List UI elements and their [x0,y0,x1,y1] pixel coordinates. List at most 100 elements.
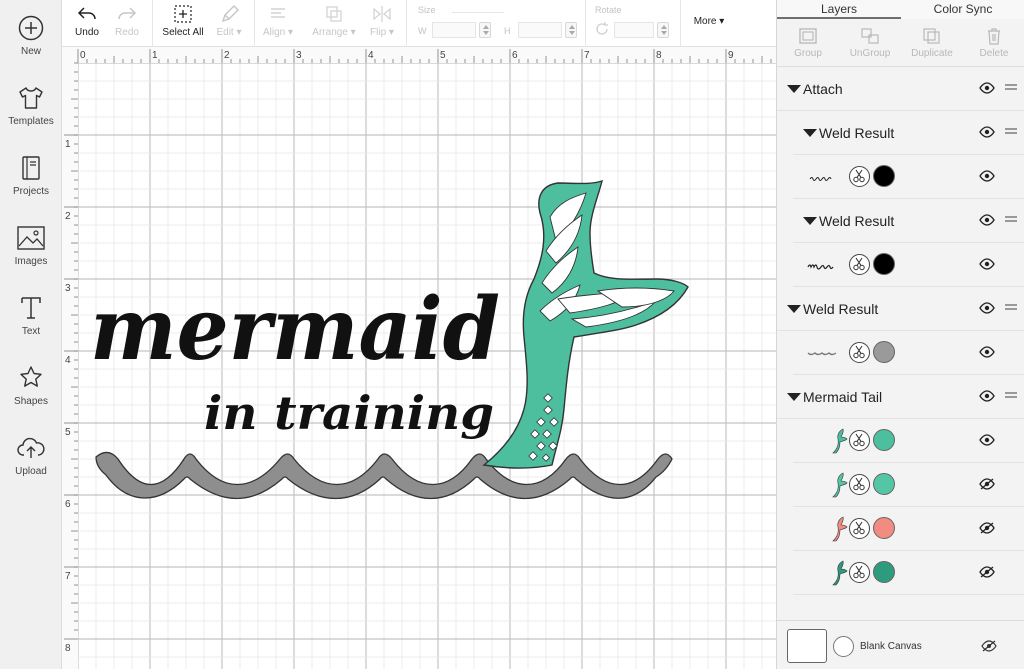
layer-group[interactable]: Mermaid Tail [777,375,1024,419]
drag-handle-icon[interactable] [1005,84,1017,90]
tab-color-sync[interactable]: Color Sync [901,0,1024,19]
sidebar-item-projects[interactable]: Projects [0,154,62,216]
layer-item[interactable] [793,331,1024,375]
eye-icon[interactable] [979,214,995,229]
redo-button[interactable]: Redo [108,0,146,47]
layer-thumbnail[interactable] [807,349,837,361]
layer-item[interactable] [793,463,1024,507]
align-button[interactable]: Align ▾ [260,0,296,47]
eye-hidden-icon[interactable] [981,640,997,652]
layer-name: Weld Result [803,301,879,317]
select-all-button[interactable]: Select All [160,0,206,47]
redo-icon [118,7,137,20]
mermaid-tail-shape[interactable] [482,179,689,469]
eye-hidden-icon[interactable] [979,566,995,581]
sidebar-item-images[interactable]: Images [0,224,62,286]
cut-operation-icon[interactable] [849,474,870,495]
cut-operation-icon[interactable] [849,166,870,187]
more-button[interactable]: More ▾ [686,16,732,32]
expand-triangle-icon[interactable] [787,393,801,401]
eye-icon[interactable] [979,434,995,449]
layer-color-swatch[interactable] [873,561,895,583]
edit-button[interactable]: Edit ▾ [212,0,246,47]
layer-color-swatch[interactable] [873,429,895,451]
drag-handle-icon[interactable] [1005,128,1017,134]
eye-icon[interactable] [979,126,995,141]
rotate-stepper[interactable] [657,22,669,38]
design-canvas[interactable]: 0123456789 12345678 mermaid in training [62,47,776,669]
group-button[interactable]: Group [777,19,839,67]
ruler-label: 5 [65,427,71,438]
delete-button[interactable]: Delete [963,19,1024,67]
layer-thumbnail[interactable] [827,514,849,547]
layer-item[interactable] [793,155,1024,199]
cut-operation-icon[interactable] [849,518,870,539]
shapes-icon [20,366,42,387]
blank-canvas-color-swatch[interactable] [833,636,854,657]
eye-icon[interactable] [979,82,995,97]
expand-triangle-icon[interactable] [803,217,817,225]
eye-icon[interactable] [979,258,995,273]
layer-thumbnail[interactable] [807,173,837,185]
layer-thumbnail[interactable] [827,558,849,591]
duplicate-button[interactable]: Duplicate [901,19,963,67]
sidebar-item-templates[interactable]: Templates [0,84,62,146]
sidebar-item-text[interactable]: Text [0,294,62,356]
sidebar-item-new[interactable]: New [0,14,62,76]
layer-item[interactable] [793,551,1024,595]
layer-thumbnail[interactable] [807,261,837,273]
more-label: More [693,16,717,27]
eye-icon[interactable] [979,170,995,185]
blank-canvas-label: Blank Canvas [860,641,922,652]
tab-layers[interactable]: Layers [777,0,901,19]
layer-thumbnail[interactable] [827,426,849,459]
expand-triangle-icon[interactable] [803,129,817,137]
eye-hidden-icon[interactable] [979,522,995,537]
eye-icon[interactable] [979,302,995,317]
layer-item[interactable] [793,419,1024,463]
sidebar-item-upload[interactable]: Upload [0,434,62,496]
layer-name: Mermaid Tail [803,389,883,405]
layer-item[interactable] [793,507,1024,551]
layer-thumbnail[interactable] [827,470,849,503]
expand-triangle-icon[interactable] [787,85,801,93]
layer-subgroup[interactable]: Weld Result [793,111,1024,155]
layer-group[interactable]: Weld Result [777,287,1024,331]
drag-handle-icon[interactable] [1005,216,1017,222]
layer-group[interactable]: Attach [777,67,1024,111]
cut-operation-icon[interactable] [849,254,870,275]
height-stepper[interactable] [565,22,577,38]
expand-triangle-icon[interactable] [787,305,801,313]
undo-button[interactable]: Undo [68,0,106,47]
blank-canvas-thumbnail[interactable] [787,629,827,663]
layer-item[interactable] [793,243,1024,287]
eye-hidden-icon[interactable] [979,478,995,493]
canvas-text-in-training[interactable]: in training [204,386,494,440]
layer-color-swatch[interactable] [873,341,895,363]
drag-handle-icon[interactable] [1005,304,1017,310]
cut-operation-icon[interactable] [849,562,870,583]
canvas-surface[interactable]: 0123456789 12345678 mermaid in training [62,47,776,669]
drag-handle-icon[interactable] [1005,392,1017,398]
cut-operation-icon[interactable] [849,342,870,363]
layer-color-swatch[interactable] [873,253,895,275]
canvas-text-mermaid[interactable]: mermaid [90,279,500,380]
flip-button[interactable]: Flip ▾ [366,0,398,47]
rotate-input[interactable] [614,22,654,38]
cut-operation-icon[interactable] [849,430,870,451]
arrange-button[interactable]: Arrange ▾ [306,0,362,47]
layer-subgroup[interactable]: Weld Result [793,199,1024,243]
layer-color-swatch[interactable] [873,473,895,495]
layer-color-swatch[interactable] [873,517,895,539]
blank-canvas-row[interactable]: Blank Canvas [777,620,1024,669]
ruler-label: 2 [65,211,71,222]
eye-icon[interactable] [979,346,995,361]
layer-color-swatch[interactable] [873,165,895,187]
width-input[interactable] [432,22,476,38]
sidebar-item-shapes[interactable]: Shapes [0,364,62,426]
width-stepper[interactable] [479,22,491,38]
layer-name: Weld Result [819,213,895,229]
eye-icon[interactable] [979,390,995,405]
ungroup-button[interactable]: UnGroup [839,19,901,67]
height-input[interactable] [518,22,562,38]
